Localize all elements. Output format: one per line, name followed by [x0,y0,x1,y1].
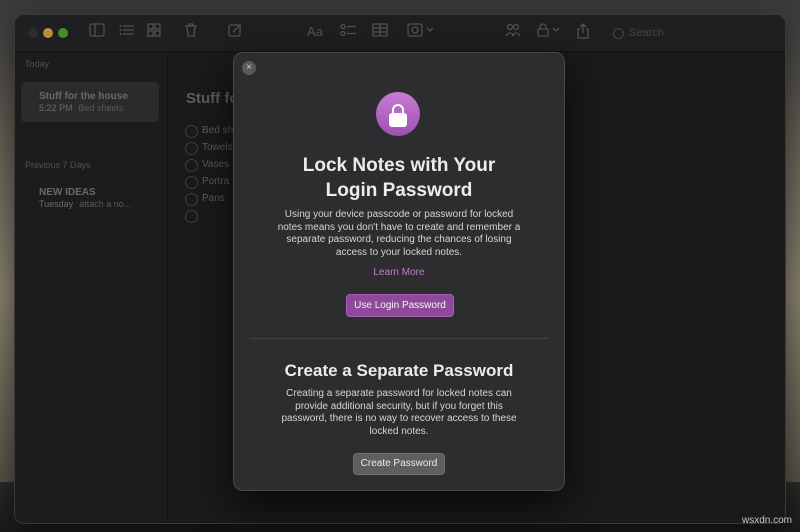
dialog-title-line-2: Login Password [325,180,473,201]
lock-notes-dialog: × Lock Notes with Your Login Password Us… [233,52,565,491]
separate-password-title: Create a Separate Password [284,361,514,380]
learn-more-link[interactable]: Learn More [234,267,564,278]
description-line: separate password, reducing the chances … [286,234,512,245]
description-line: locked notes. [369,425,429,437]
description-line: password, there is no way to recover acc… [281,413,517,424]
login-password-description: Using your device passcode or password f… [234,209,564,259]
close-dialog-button[interactable]: × [242,61,256,75]
description-line: provide additional security, but if you … [295,400,503,412]
description-line: Using your device passcode or password f… [284,209,514,220]
dialog-title-line-1: Lock Notes with Your [302,155,496,176]
description-line: Creating a separate password for locked … [286,388,512,399]
dialog-title: Lock Notes with Your Login Password [234,153,564,203]
watermark: wsxdn.com [741,515,792,526]
divider [250,338,548,339]
lock-body [389,113,407,127]
description-line: access to your locked notes. [335,246,463,258]
description-line: notes means you don't have to create and… [277,221,521,233]
lock-icon [376,92,420,136]
create-password-button[interactable]: Create Password [353,453,445,475]
separate-password-description: Creating a separate password for locked … [234,388,564,438]
use-login-password-button[interactable]: Use Login Password [346,294,454,317]
